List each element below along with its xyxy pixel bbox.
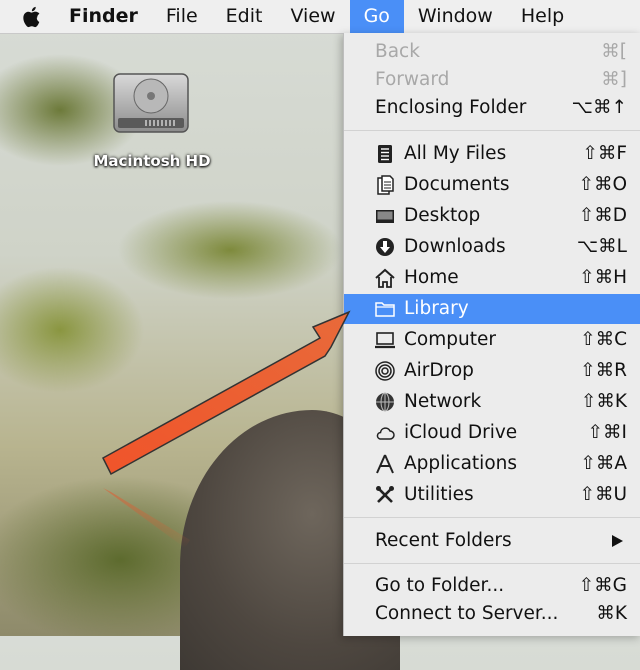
menu-item-downloads[interactable]: Downloads ⌥⌘L: [344, 232, 640, 262]
desktop-label: Desktop: [404, 205, 481, 226]
all-my-files-icon: [378, 145, 392, 163]
menu-item-desktop[interactable]: Desktop ⇧⌘D: [344, 201, 640, 231]
menu-item-recent-folders[interactable]: Recent Folders: [344, 526, 640, 556]
desktop-icon: [376, 210, 394, 223]
menu-separator: [344, 563, 640, 564]
go-menu: Back ⌘[ Forward ⌘] Enclosing Folder ⌥⌘↑ …: [343, 33, 640, 636]
recent-folders-label: Recent Folders: [375, 530, 512, 551]
forward-label: Forward: [375, 69, 450, 90]
utilities-shortcut: ⇧⌘U: [579, 484, 627, 505]
go-to-folder-shortcut: ⇧⌘G: [578, 575, 627, 596]
menu-item-enclosing-folder[interactable]: Enclosing Folder ⌥⌘↑: [344, 93, 640, 123]
menu-item-documents[interactable]: Documents ⇧⌘O: [344, 170, 640, 200]
utilities-label: Utilities: [404, 484, 474, 505]
library-label: Library: [404, 298, 469, 319]
apple-logo-icon[interactable]: [20, 4, 44, 30]
airdrop-icon: [375, 361, 395, 381]
connect-to-server-shortcut: ⌘K: [596, 603, 627, 624]
network-shortcut: ⇧⌘K: [580, 391, 627, 412]
computer-shortcut: ⇧⌘C: [580, 329, 627, 350]
hard-drive-icon[interactable]: [112, 72, 190, 134]
forward-shortcut: ⌘]: [601, 69, 627, 90]
menu-item-go-to-folder[interactable]: Go to Folder... ⇧⌘G: [344, 571, 640, 601]
icloud-drive-label: iCloud Drive: [404, 422, 518, 443]
cloud-icon: [376, 427, 395, 440]
menu-item-library[interactable]: Library: [344, 294, 640, 324]
enclosing-shortcut: ⌥⌘↑: [571, 97, 627, 118]
go-to-folder-label: Go to Folder...: [375, 575, 505, 596]
menu-finder[interactable]: Finder: [69, 0, 152, 33]
network-label: Network: [404, 391, 482, 412]
drive-label[interactable]: Macintosh HD: [70, 152, 234, 170]
utilities-icon: [376, 486, 394, 503]
menu-bar: Finder File Edit View Go Window Help: [0, 0, 640, 34]
home-shortcut: ⇧⌘H: [579, 267, 627, 288]
annotation-arrow-reflection: [103, 488, 190, 548]
menu-item-home[interactable]: Home ⇧⌘H: [344, 263, 640, 293]
desktop-shortcut: ⇧⌘D: [578, 205, 627, 226]
airdrop-label: AirDrop: [404, 360, 474, 381]
menu-separator: [344, 517, 640, 518]
applications-shortcut: ⇧⌘A: [580, 453, 627, 474]
documents-shortcut: ⇧⌘O: [578, 174, 627, 195]
documents-icon: [377, 175, 394, 195]
menu-help[interactable]: Help: [507, 0, 578, 33]
menu-item-connect-to-server[interactable]: Connect to Server... ⌘K: [344, 599, 640, 629]
downloads-shortcut: ⌥⌘L: [576, 236, 627, 257]
menu-item-computer[interactable]: Computer ⇧⌘C: [344, 325, 640, 355]
folder-icon: [375, 302, 395, 317]
menu-window[interactable]: Window: [404, 0, 507, 33]
connect-to-server-label: Connect to Server...: [375, 603, 559, 624]
menu-item-network[interactable]: Network ⇧⌘K: [344, 387, 640, 417]
computer-label: Computer: [404, 329, 496, 350]
enclosing-label: Enclosing Folder: [375, 97, 527, 118]
downloads-icon: [376, 238, 394, 256]
menu-go[interactable]: Go: [349, 0, 404, 33]
home-icon: [375, 268, 395, 288]
menu-item-applications[interactable]: Applications ⇧⌘A: [344, 449, 640, 479]
submenu-arrow-icon: [612, 535, 623, 547]
applications-icon: [376, 454, 394, 474]
menu-item-airdrop[interactable]: AirDrop ⇧⌘R: [344, 356, 640, 386]
menu-view[interactable]: View: [276, 0, 349, 33]
documents-label: Documents: [404, 174, 510, 195]
all-my-files-shortcut: ⇧⌘F: [582, 143, 627, 164]
downloads-label: Downloads: [404, 236, 506, 257]
menu-item-icloud-drive[interactable]: iCloud Drive ⇧⌘I: [344, 418, 640, 448]
back-shortcut: ⌘[: [601, 41, 627, 62]
home-label: Home: [404, 267, 459, 288]
airdrop-shortcut: ⇧⌘R: [580, 360, 627, 381]
menu-edit[interactable]: Edit: [212, 0, 277, 33]
computer-icon: [375, 332, 395, 349]
menu-item-utilities[interactable]: Utilities ⇧⌘U: [344, 480, 640, 510]
menu-item-back[interactable]: Back ⌘[: [344, 37, 640, 67]
applications-label: Applications: [404, 453, 518, 474]
menu-item-forward[interactable]: Forward ⌘]: [344, 65, 640, 95]
network-icon: [376, 392, 394, 412]
menu-separator: [344, 130, 640, 131]
icloud-drive-shortcut: ⇧⌘I: [587, 422, 627, 443]
back-label: Back: [375, 41, 420, 62]
menu-item-all-my-files[interactable]: All My Files ⇧⌘F: [344, 139, 640, 169]
menu-file[interactable]: File: [152, 0, 212, 33]
all-my-files-label: All My Files: [404, 143, 507, 164]
